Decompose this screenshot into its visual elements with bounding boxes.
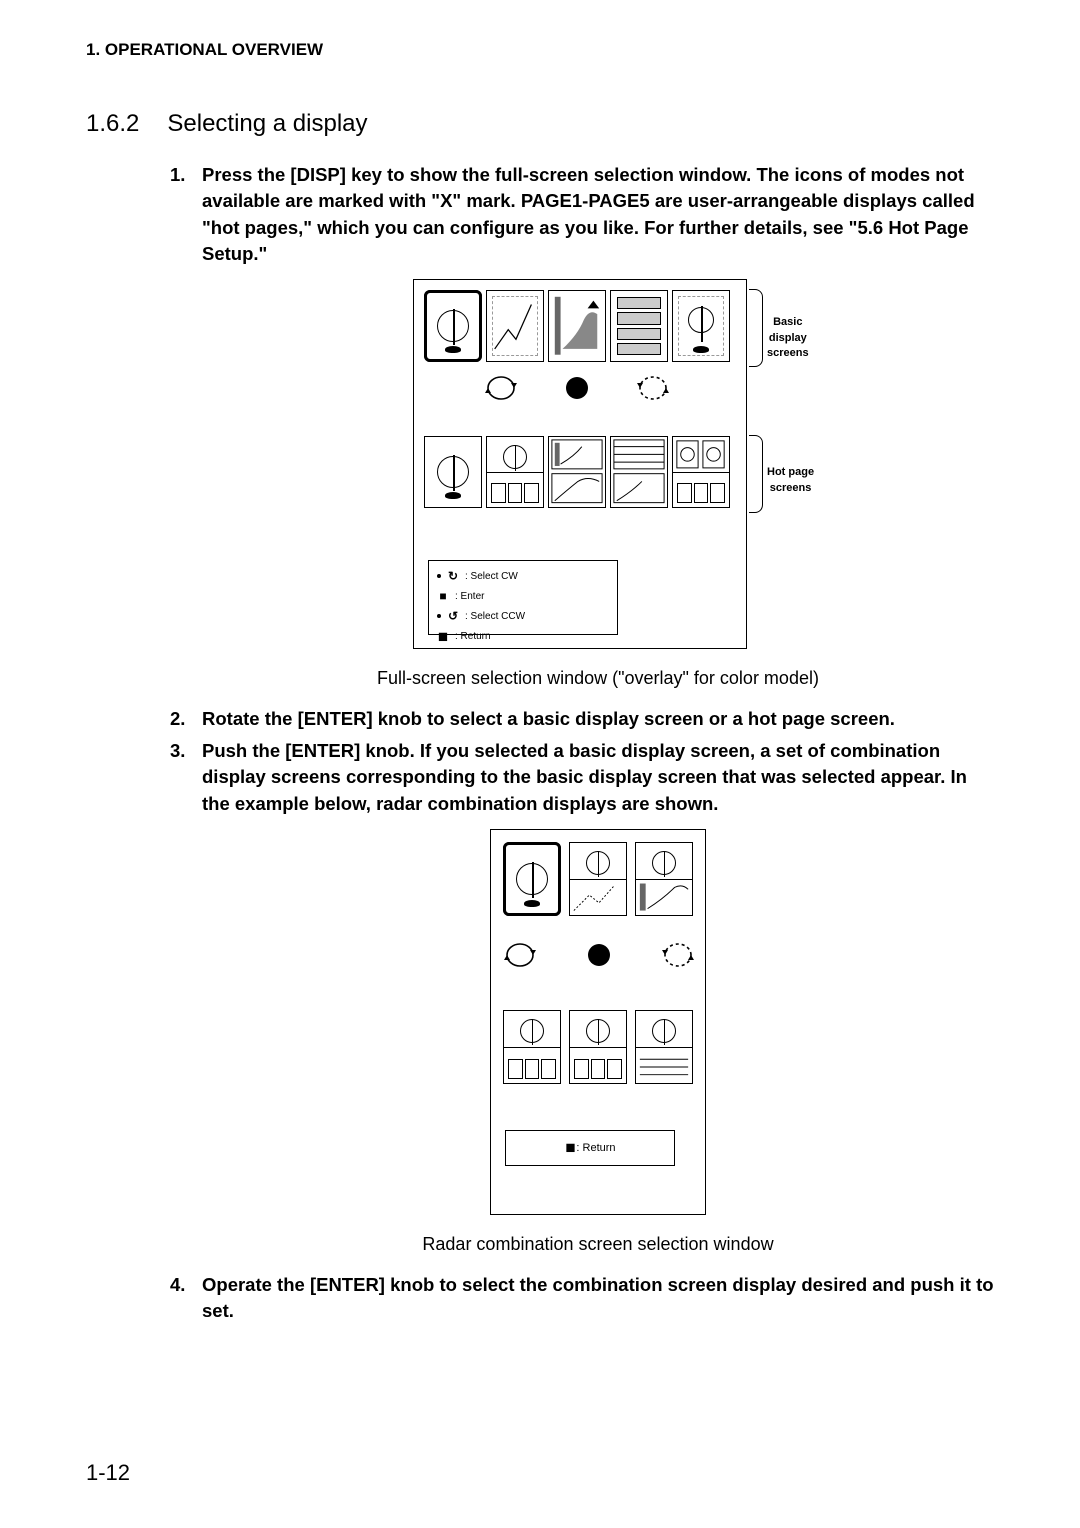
brace-basic-label: Basic display screens: [767, 315, 809, 362]
section-number: 1.6.2: [86, 110, 139, 138]
step-3-text: Push the [ENTER] knob. If you selected a…: [202, 740, 967, 814]
figure1-key-legend: ↻: Select CW ■: Enter ↺: Select CCW ◼: R…: [428, 560, 618, 635]
brace-hotpage-icon: [749, 435, 763, 513]
figure2-caption: Radar combination screen selection windo…: [202, 1232, 994, 1258]
cell-sounder: SOUNDER: [548, 290, 606, 362]
step-2-text: Rotate the [ENTER] knob to select a basi…: [202, 708, 895, 729]
section-heading: 1.6.2 Selecting a display: [86, 110, 994, 138]
cell-page2: PAGE 2: [486, 436, 544, 508]
figure-full-screen-selection: RADAR PLOTTER: [413, 279, 783, 649]
cell-overlay: OVERLAY: [672, 290, 730, 362]
key-cw: : Select CW: [465, 569, 518, 584]
rotate-cw-icon: [484, 373, 518, 403]
cell-plotter: PLOTTER: [486, 290, 544, 362]
step-2: Rotate the [ENTER] knob to select a basi…: [170, 706, 994, 732]
combo-cell-4: [503, 1010, 561, 1084]
cell-page4: PAGE 4: [610, 436, 668, 508]
push-knob-icon: [582, 940, 616, 970]
figure2-key-legend: ◼: Return: [505, 1130, 675, 1166]
key-return: : Return: [455, 629, 491, 644]
page-number: 1-12: [86, 1460, 130, 1486]
key-ccw: : Select CCW: [465, 609, 525, 624]
rotate-cw-icon: [503, 940, 537, 970]
cell-navdata: NAV DATA: [610, 290, 668, 362]
figure-radar-combination: ◼: Return: [490, 829, 706, 1215]
step-1-text: Press the [DISP] key to show the full-sc…: [202, 164, 975, 264]
step-3: Push the [ENTER] knob. If you selected a…: [170, 738, 994, 1258]
brace-basic-icon: [749, 289, 763, 367]
step-4: Operate the [ENTER] knob to select the c…: [170, 1272, 994, 1325]
combo-cell-2: [569, 842, 627, 916]
cell-page5: PAGE 5: [672, 436, 730, 508]
rotate-ccw-icon: [636, 373, 670, 403]
figure2-key-return: : Return: [576, 1142, 615, 1154]
step-1: Press the [DISP] key to show the full-sc…: [170, 162, 994, 692]
key-enter: : Enter: [455, 589, 484, 604]
chapter-header: 1. OPERATIONAL OVERVIEW: [86, 40, 994, 60]
rotate-ccw-icon: [661, 940, 695, 970]
combo-cell-1: [503, 842, 561, 916]
cell-page3: PAGE 3: [548, 436, 606, 508]
brace-hotpage-label: Hot page screens: [767, 465, 814, 496]
step-4-text: Operate the [ENTER] knob to select the c…: [202, 1274, 994, 1321]
combo-cell-5: [569, 1010, 627, 1084]
push-knob-icon: [560, 373, 594, 403]
cell-page1: PAGE 1: [424, 436, 482, 508]
figure1-caption: Full-screen selection window ("overlay" …: [202, 666, 994, 692]
combo-cell-6: [635, 1010, 693, 1084]
section-title: Selecting a display: [167, 110, 367, 138]
cell-radar: RADAR: [424, 290, 482, 362]
combo-cell-3: [635, 842, 693, 916]
